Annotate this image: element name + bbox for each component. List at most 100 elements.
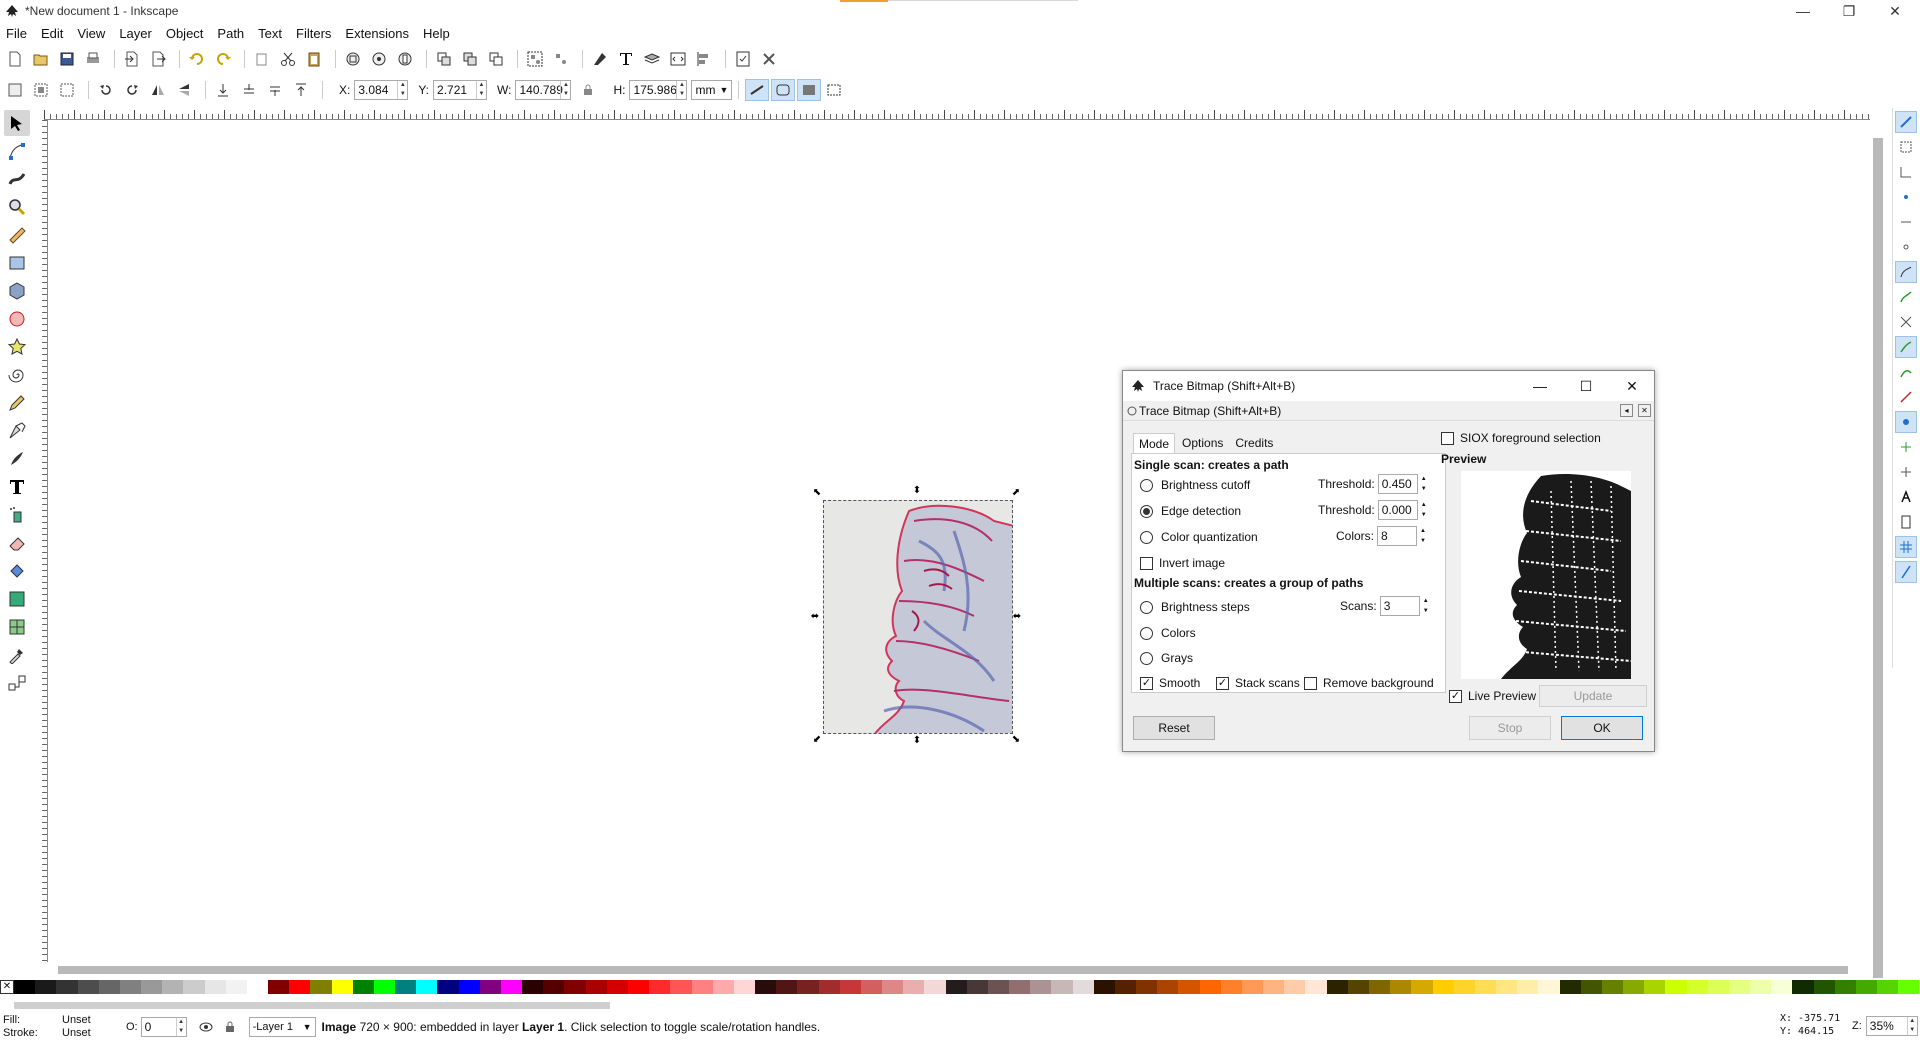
palette-swatch[interactable] — [1517, 980, 1539, 994]
spin-arrows-icon[interactable]: ▲ ▼ — [1418, 474, 1430, 494]
copy-icon[interactable] — [251, 48, 273, 70]
palette-swatch[interactable] — [500, 980, 523, 994]
color-quantization-option[interactable]: Color quantization — [1140, 530, 1258, 544]
radio-button[interactable] — [1140, 530, 1153, 544]
unit-select[interactable]: mm ▼ — [691, 80, 733, 100]
palette-swatch[interactable] — [924, 980, 946, 994]
import-icon[interactable] — [121, 48, 143, 70]
palette-swatch[interactable] — [1792, 980, 1814, 994]
zoom-selection-icon[interactable] — [342, 48, 364, 70]
3d-box-tool-icon[interactable] — [4, 278, 30, 304]
palette-swatch[interactable] — [373, 980, 396, 994]
snap-bbox-icon[interactable] — [1895, 136, 1917, 158]
maximize-button[interactable]: ❐ — [1826, 0, 1872, 22]
checkbox-checked[interactable]: ✓ — [1216, 676, 1229, 690]
spin-arrows-icon[interactable]: ▲ ▼ — [476, 81, 486, 99]
colors-spinbox[interactable]: Colors: 8 ▲ ▼ — [1336, 526, 1429, 546]
spin-arrows-icon[interactable]: ▲ ▼ — [175, 1017, 186, 1036]
palette-swatch[interactable] — [543, 980, 565, 994]
menu-extensions[interactable]: Extensions — [345, 26, 409, 41]
live-preview-option[interactable]: ✓ Live Preview — [1449, 689, 1536, 703]
snap-bbox-center-icon[interactable] — [1895, 236, 1917, 258]
group-icon[interactable] — [524, 48, 546, 70]
threshold-2-spinbox[interactable]: Threshold: 0.000 ▲ ▼ — [1318, 500, 1430, 520]
palette-swatch[interactable] — [1877, 980, 1899, 994]
palette-swatch[interactable] — [35, 980, 57, 994]
palette-swatch[interactable] — [1051, 980, 1073, 994]
palette-swatch[interactable] — [733, 980, 756, 994]
snap-text-baseline-icon[interactable] — [1895, 486, 1917, 508]
move-patterns-icon[interactable] — [823, 79, 845, 101]
ungroup-icon[interactable] — [550, 48, 572, 70]
palette-swatch[interactable] — [1199, 980, 1221, 994]
w-spinbox[interactable]: 140.789 ▲ ▼ — [515, 80, 572, 100]
menu-layer[interactable]: Layer — [119, 26, 152, 41]
zoom-drawing-icon[interactable] — [368, 48, 390, 70]
palette-swatch[interactable] — [1686, 980, 1708, 994]
dialog-maximize-button[interactable]: ☐ — [1563, 371, 1609, 401]
resize-handle-icon[interactable]: ⬍ — [912, 736, 922, 746]
palette-swatch[interactable] — [1093, 980, 1115, 994]
snap-others-icon[interactable] — [1895, 411, 1917, 433]
spin-arrows-icon[interactable]: ▲ ▼ — [397, 81, 407, 99]
grays-option[interactable]: Grays — [1140, 651, 1193, 665]
palette-swatch[interactable] — [606, 980, 628, 994]
tab-credits[interactable]: Credits — [1230, 433, 1278, 454]
document-properties-icon[interactable] — [732, 48, 754, 70]
text-font-icon[interactable] — [615, 48, 637, 70]
palette-swatch[interactable] — [1644, 980, 1666, 994]
horizontal-scrollbar[interactable] — [48, 962, 1874, 978]
y-spinbox[interactable]: 2.721 ▲ ▼ — [433, 80, 488, 100]
update-button[interactable]: Update — [1539, 685, 1647, 707]
palette-swatch[interactable] — [331, 980, 353, 994]
palette-swatch[interactable] — [1347, 980, 1369, 994]
fill-stroke-indicator[interactable]: Unset Unset — [62, 1014, 126, 1040]
tab-options[interactable]: Options — [1177, 433, 1228, 454]
brightness-cutoff-option[interactable]: Brightness cutoff — [1140, 478, 1250, 492]
palette-swatch[interactable] — [479, 980, 501, 994]
dropper-tool-icon[interactable] — [4, 642, 30, 668]
palette-swatch[interactable] — [98, 980, 120, 994]
scans-spinbox[interactable]: Scans: 3 ▲ ▼ — [1340, 596, 1432, 616]
palette-swatch[interactable] — [437, 980, 459, 994]
layer-select[interactable]: -Layer 1 ▼ — [248, 1016, 316, 1037]
siox-option[interactable]: SIOX foreground selection — [1441, 431, 1601, 445]
flip-vertical-icon[interactable] — [173, 79, 195, 101]
cut-icon[interactable] — [277, 48, 299, 70]
node-tool-icon[interactable] — [4, 138, 30, 164]
invert-image-option[interactable]: Invert image — [1140, 556, 1225, 570]
palette-swatch[interactable] — [458, 980, 480, 994]
resize-handle-icon[interactable]: ⬉ — [812, 488, 822, 498]
spin-arrows-icon[interactable]: ▲ ▼ — [1418, 500, 1430, 520]
h-spinbox[interactable]: 175.986 ▲ ▼ — [629, 80, 688, 100]
palette-swatch[interactable] — [1030, 980, 1052, 994]
resize-handle-icon[interactable]: ⬈ — [1011, 488, 1021, 498]
select-all-icon[interactable] — [4, 79, 26, 101]
measure-tool-icon[interactable] — [4, 222, 30, 248]
preferences-icon[interactable] — [758, 48, 780, 70]
menu-help[interactable]: Help — [423, 26, 450, 41]
pencil-tool-icon[interactable] — [4, 390, 30, 416]
radio-button[interactable] — [1140, 600, 1153, 614]
menu-path[interactable]: Path — [217, 26, 244, 41]
clone-icon[interactable] — [459, 48, 481, 70]
resize-handle-icon[interactable]: ⬌ — [1012, 612, 1022, 622]
resize-handle-icon[interactable]: ⬋ — [812, 735, 822, 745]
palette-swatch[interactable] — [56, 980, 78, 994]
palette-swatch[interactable] — [1728, 980, 1751, 994]
open-icon[interactable] — [30, 48, 52, 70]
scrollbar-thumb[interactable] — [58, 966, 1848, 974]
dialog-close-button[interactable]: ✕ — [1609, 371, 1655, 401]
palette-swatch[interactable] — [1707, 980, 1729, 994]
scale-corners-icon[interactable] — [771, 79, 796, 101]
xml-editor-icon[interactable] — [667, 48, 689, 70]
menu-object[interactable]: Object — [166, 26, 204, 41]
palette-swatch[interactable] — [1834, 980, 1856, 994]
palette-swatch[interactable] — [1009, 980, 1031, 994]
snap-cusp-icon[interactable] — [1895, 336, 1917, 358]
palette-swatch[interactable] — [882, 980, 904, 994]
snap-bbox-midpoint-icon[interactable] — [1895, 211, 1917, 233]
spin-arrows-icon[interactable]: ▲ ▼ — [676, 81, 686, 99]
snap-bbox-edge-icon[interactable] — [1895, 161, 1917, 183]
palette-swatch[interactable] — [204, 980, 226, 994]
